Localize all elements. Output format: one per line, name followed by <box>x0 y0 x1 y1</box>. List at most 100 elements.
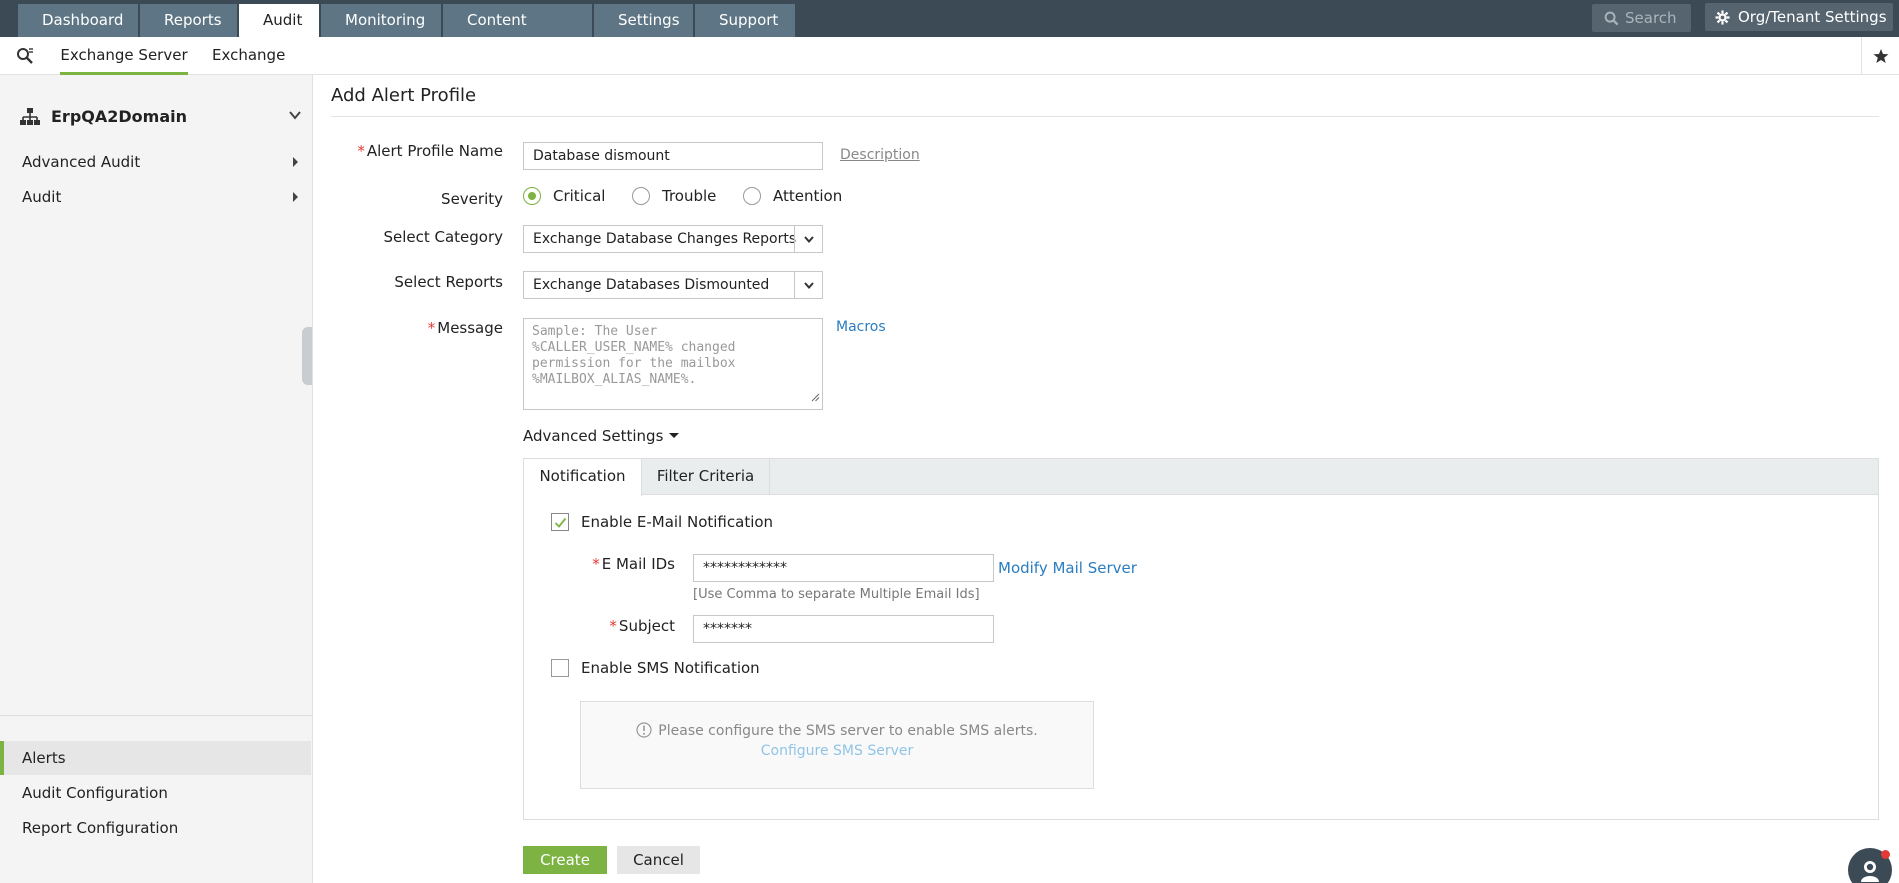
label-text: Subject <box>618 617 675 635</box>
tab-notification[interactable]: Notification <box>524 459 642 496</box>
search-placeholder: Search <box>1625 9 1677 27</box>
sms-notice-text: Please configure the SMS server to enabl… <box>658 723 1038 739</box>
sidebar-item-report-configuration[interactable]: Report Configuration <box>0 811 311 845</box>
select-reports-label: Select Reports <box>394 273 503 291</box>
tab-audit[interactable]: Audit <box>239 4 319 37</box>
chatbot-avatar-icon <box>1861 861 1879 882</box>
radio-unselected-icon <box>743 187 761 205</box>
org-tenant-settings-button[interactable]: Org/Tenant Settings <box>1705 3 1893 31</box>
select-category-label: Select Category <box>383 228 503 246</box>
required-asterisk: * <box>609 617 617 635</box>
sidebar-item-audit-configuration[interactable]: Audit Configuration <box>0 776 311 810</box>
category-selected-value: Exchange Database Changes Reports <box>533 231 797 247</box>
advanced-settings-toggle[interactable]: Advanced Settings <box>523 427 680 445</box>
sms-notice-message: Please configure the SMS server to enabl… <box>581 722 1093 739</box>
required-asterisk: * <box>357 142 365 160</box>
caret-right-icon <box>293 192 298 202</box>
gear-icon <box>1715 10 1730 25</box>
domain-name: ErpQA2Domain <box>51 107 188 126</box>
notification-dot <box>1881 850 1890 859</box>
required-asterisk: * <box>427 319 436 337</box>
subtab-exchange-online[interactable]: Exchange Online <box>212 37 332 100</box>
radio-selected-icon <box>523 187 541 205</box>
resize-grip-icon[interactable] <box>811 391 820 407</box>
email-ids-label: * E Mail IDs <box>524 555 675 573</box>
description-link[interactable]: Description <box>840 147 920 163</box>
panel-tab-bar: Notification Filter Criteria <box>524 459 1878 496</box>
subject-label: * Subject <box>524 617 675 635</box>
macros-link[interactable]: Macros <box>836 319 886 335</box>
sms-configuration-notice: Please configure the SMS server to enabl… <box>580 701 1094 789</box>
tab-monitoring[interactable]: Monitoring <box>321 4 441 37</box>
severity-trouble-radio[interactable]: Trouble <box>632 187 716 205</box>
sub-navigation-bar: Exchange Server Exchange Online <box>0 37 1899 100</box>
main-tabs: Dashboard Reports Audit Monitoring Conte… <box>18 4 797 62</box>
subtab-exchange-server[interactable]: Exchange Server <box>60 37 188 75</box>
message-label: * Message <box>313 319 503 337</box>
search-icon <box>1604 11 1619 26</box>
domain-selector[interactable]: ErpQA2Domain <box>20 105 302 129</box>
global-search-input[interactable]: Search <box>1592 4 1691 32</box>
info-icon <box>636 722 652 738</box>
enable-email-notification-checkbox[interactable]: Enable E-Mail Notification <box>551 513 773 531</box>
checkbox-unchecked-icon <box>551 659 569 677</box>
tab-content-search[interactable]: Content Search <box>443 4 592 62</box>
reports-selected-value: Exchange Databases Dismounted <box>533 277 770 293</box>
severity-attention-radio[interactable]: Attention <box>743 187 842 205</box>
cancel-button[interactable]: Cancel <box>617 846 700 874</box>
sidebar: ErpQA2Domain Advanced Audit Audit Alerts… <box>0 75 313 883</box>
email-ids-input[interactable]: ************ <box>693 554 994 582</box>
category-select[interactable]: Exchange Database Changes Reports <box>523 225 823 253</box>
advanced-settings-label: Advanced Settings <box>523 427 664 445</box>
label-text: Alert Profile Name <box>366 142 503 160</box>
reports-select[interactable]: Exchange Databases Dismounted <box>523 271 823 299</box>
sidebar-item-audit[interactable]: Audit <box>22 188 298 206</box>
org-tree-icon <box>20 108 40 125</box>
create-button[interactable]: Create <box>523 846 607 874</box>
tab-dashboard[interactable]: Dashboard <box>18 4 138 37</box>
chevron-down-icon[interactable] <box>794 272 822 298</box>
title-divider <box>331 116 1879 117</box>
main-content: Add Alert Profile * Alert Profile Name Da… <box>313 75 1899 883</box>
caret-right-icon <box>293 157 298 167</box>
email-ids-hint: [Use Comma to separate Multiple Email Id… <box>693 587 980 602</box>
advanced-settings-panel: Notification Filter Criteria Enable E-Ma… <box>523 458 1879 820</box>
tab-support[interactable]: Support <box>695 4 795 37</box>
tab-settings[interactable]: Settings <box>594 4 693 37</box>
search-settings-icon[interactable] <box>16 47 34 69</box>
tab-filter-criteria[interactable]: Filter Criteria <box>642 459 770 495</box>
chevron-down-icon <box>289 111 301 120</box>
severity-label: Severity <box>441 190 503 208</box>
favorite-star-icon[interactable] <box>1861 37 1899 75</box>
radio-unselected-icon <box>632 187 650 205</box>
label-text: Message <box>437 319 503 337</box>
alert-profile-name-label: * Alert Profile Name <box>313 142 503 160</box>
org-settings-label: Org/Tenant Settings <box>1738 8 1887 26</box>
chevron-down-icon[interactable] <box>794 226 822 252</box>
message-placeholder: Sample: The User %CALLER_USER_NAME% chan… <box>532 324 736 387</box>
checkbox-label: Enable SMS Notification <box>581 659 760 677</box>
sidebar-item-label: Advanced Audit <box>22 153 141 171</box>
tab-reports[interactable]: Reports <box>140 4 237 37</box>
label-text: E Mail IDs <box>601 555 675 573</box>
radio-label: Critical <box>553 187 606 205</box>
top-navigation-bar: Dashboard Reports Audit Monitoring Conte… <box>0 0 1899 62</box>
configure-sms-server-link[interactable]: Configure SMS Server <box>581 743 1093 759</box>
sidebar-item-label: Audit <box>22 188 62 206</box>
severity-critical-radio[interactable]: Critical <box>523 187 605 205</box>
sidebar-item-advanced-audit[interactable]: Advanced Audit <box>22 153 298 171</box>
modify-mail-server-link[interactable]: Modify Mail Server <box>998 559 1137 577</box>
message-textarea[interactable]: Sample: The User %CALLER_USER_NAME% chan… <box>523 318 823 410</box>
radio-label: Attention <box>773 187 843 205</box>
subject-input[interactable]: ******* <box>693 615 994 643</box>
alert-profile-name-input[interactable]: Database dismount <box>523 142 823 170</box>
page-title: Add Alert Profile <box>331 85 477 106</box>
chatbot-launcher[interactable] <box>1848 848 1892 883</box>
checkbox-label: Enable E-Mail Notification <box>581 513 774 531</box>
enable-sms-notification-checkbox[interactable]: Enable SMS Notification <box>551 659 760 677</box>
radio-label: Trouble <box>662 187 717 205</box>
sidebar-item-alerts[interactable]: Alerts <box>0 741 311 775</box>
required-asterisk: * <box>592 555 600 573</box>
sidebar-divider <box>0 715 313 716</box>
sidebar-collapse-handle[interactable] <box>302 327 312 385</box>
